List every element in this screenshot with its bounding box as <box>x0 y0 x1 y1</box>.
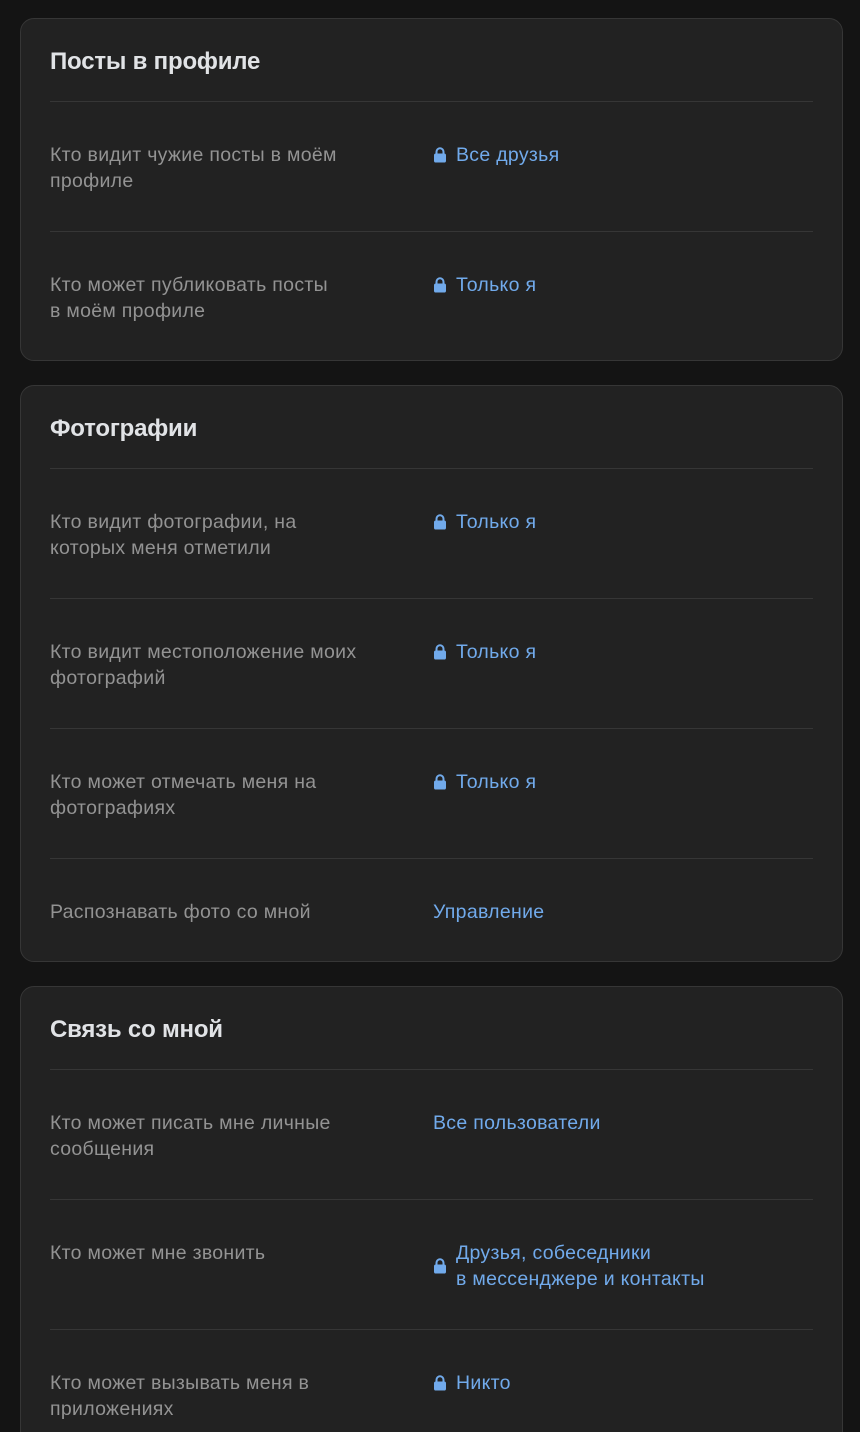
section-photos: Фотографии Кто видит фотографии, на кото… <box>20 385 843 962</box>
setting-value-link[interactable]: Только я <box>433 639 536 665</box>
setting-value: Только я <box>456 511 537 533</box>
setting-value: Управление <box>433 901 545 923</box>
setting-value-link[interactable]: Только я <box>433 509 536 535</box>
setting-value: Только я <box>456 771 537 793</box>
section-title: Фотографии <box>50 415 198 442</box>
setting-value: Только я <box>456 274 537 296</box>
settings-row: Кто может вызывать меня в приложениях Ни… <box>50 1330 813 1432</box>
settings-row: Кто может писать мне личные сообщения Вс… <box>50 1070 813 1200</box>
settings-row: Кто может отмечать меня на фотографиях Т… <box>50 729 813 859</box>
lock-icon <box>434 147 446 163</box>
setting-label: Кто может вызывать меня в приложениях <box>50 1372 310 1420</box>
lock-icon <box>434 514 446 530</box>
setting-label: Кто видит фотографии, на которых меня от… <box>50 511 297 559</box>
settings-row: Кто видит местоположение моих фотографий… <box>50 599 813 729</box>
setting-value: Только я <box>456 641 537 663</box>
section-title: Связь со мной <box>50 1016 223 1043</box>
setting-label: Кто видит местоположение моих фотографий <box>50 641 357 689</box>
settings-row: Кто может мне звонить Друзья, собеседник… <box>50 1200 813 1330</box>
lock-icon <box>434 644 446 660</box>
setting-value-link[interactable]: Друзья, собеседники в мессенджере и конт… <box>433 1240 705 1292</box>
section-title: Посты в профиле <box>50 48 261 75</box>
setting-value-link[interactable]: Только я <box>433 272 536 298</box>
setting-label: Кто видит чужие посты в моём профиле <box>50 144 337 192</box>
setting-value: Все пользователи <box>433 1112 601 1134</box>
setting-label: Кто может отмечать меня на фотографиях <box>50 771 317 819</box>
setting-value: Друзья, собеседники в мессенджере и конт… <box>456 1242 705 1290</box>
setting-label: Распознавать фото со мной <box>50 901 311 923</box>
setting-value-link[interactable]: Только я <box>433 769 536 795</box>
settings-row: Кто может публиковать посты в моём профи… <box>50 232 813 362</box>
lock-icon <box>434 1375 446 1391</box>
setting-value-link[interactable]: Все друзья <box>433 142 559 168</box>
setting-label: Кто может мне звонить <box>50 1242 266 1264</box>
lock-icon <box>434 1258 446 1274</box>
setting-label: Кто может публиковать посты в моём профи… <box>50 274 328 322</box>
setting-value-link[interactable]: Никто <box>433 1370 511 1396</box>
privacy-settings-page: Посты в профиле Кто видит чужие посты в … <box>0 0 860 1432</box>
lock-icon <box>434 277 446 293</box>
section-contact-me: Связь со мной Кто может писать мне личны… <box>20 986 843 1432</box>
setting-value-link[interactable]: Управление <box>433 899 544 925</box>
settings-row: Распознавать фото со мной Управление <box>50 859 813 989</box>
section-profile-posts: Посты в профиле Кто видит чужие посты в … <box>20 18 843 361</box>
lock-icon <box>434 774 446 790</box>
settings-row: Кто видит чужие посты в моём профиле Все… <box>50 102 813 232</box>
setting-label: Кто может писать мне личные сообщения <box>50 1112 331 1160</box>
setting-value: Все друзья <box>456 144 560 166</box>
setting-value: Никто <box>456 1372 511 1394</box>
settings-row: Кто видит фотографии, на которых меня от… <box>50 469 813 599</box>
setting-value-link[interactable]: Все пользователи <box>433 1110 601 1136</box>
